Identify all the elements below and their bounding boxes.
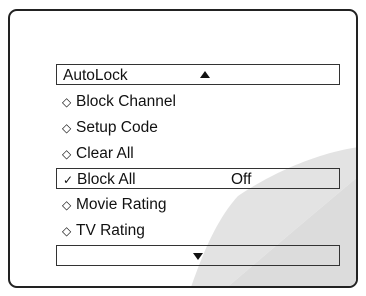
up-arrow-icon [200,71,210,78]
menu-item-label: TV Rating [76,222,145,239]
menu-item-clear-all[interactable]: ◇ Clear All [56,143,340,164]
menu-item-label: Clear All [76,145,134,162]
menu-item-label: Setup Code [76,119,158,136]
diamond-icon: ◇ [62,121,72,135]
menu-header-label: AutoLock [63,67,128,84]
tv-screen-frame: AutoLock ◇ Block Channel ◇ Setup Code ◇ Cle… [8,9,358,288]
autolock-menu: AutoLock ◇ Block Channel ◇ Setup Code ◇ Cle… [10,11,356,286]
down-arrow-icon [193,253,203,260]
block-all-value: Off [231,171,252,188]
menu-header-autolock[interactable]: AutoLock [56,64,340,85]
menu-item-setup-code[interactable]: ◇ Setup Code [56,117,340,138]
menu-item-movie-rating[interactable]: ◇ Movie Rating [56,194,340,215]
diamond-icon: ◇ [62,147,72,161]
diamond-icon: ◇ [62,198,72,212]
menu-item-label: Movie Rating [76,196,167,213]
diamond-icon: ◇ [62,224,72,238]
menu-item-block-all[interactable]: ✓ Block All Off [56,168,340,189]
menu-item-block-channel[interactable]: ◇ Block Channel [56,91,340,112]
menu-item-tv-rating[interactable]: ◇ TV Rating [56,220,340,241]
checkmark-icon: ✓ [63,173,74,187]
menu-scroll-down[interactable] [56,245,340,266]
diamond-icon: ◇ [62,95,72,109]
menu-item-label: Block Channel [76,93,176,110]
menu-item-label: Block All [77,171,136,188]
